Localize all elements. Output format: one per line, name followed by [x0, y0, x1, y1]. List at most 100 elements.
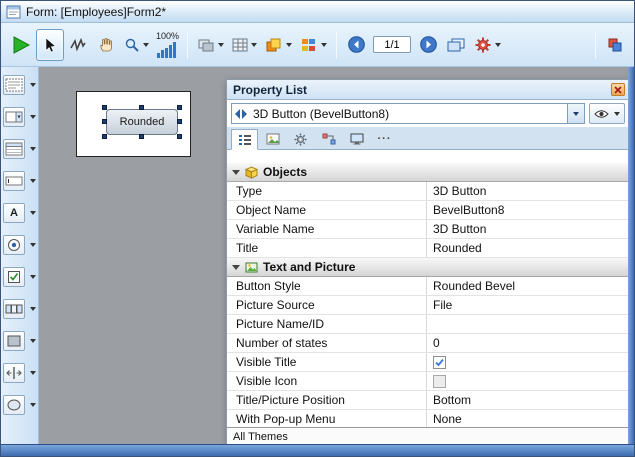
selection-handle[interactable]	[177, 105, 182, 110]
property-value[interactable]: None	[427, 410, 629, 427]
text-area-tool[interactable]	[3, 75, 36, 95]
property-list-header[interactable]: Property List	[227, 80, 629, 100]
chevron-down-icon	[321, 43, 327, 47]
tab-more[interactable]: ···	[371, 129, 398, 149]
chevron-down-icon	[143, 43, 149, 47]
collapse-triangle-icon[interactable]	[232, 170, 240, 175]
checkbox[interactable]	[433, 375, 446, 388]
combo-box-tool[interactable]	[3, 107, 36, 127]
color-scheme-button[interactable]	[261, 29, 296, 61]
property-key: Type	[227, 182, 427, 200]
tab-structure[interactable]	[315, 129, 342, 149]
chevron-down-icon	[30, 243, 36, 247]
page-indicator[interactable]: 1/1	[373, 36, 411, 53]
selection-handle[interactable]	[102, 119, 107, 124]
pointer-tool-button[interactable]	[36, 29, 64, 61]
property-key: Variable Name	[227, 220, 427, 238]
prev-page-button[interactable]	[342, 29, 370, 61]
property-key: Title/Picture Position	[227, 391, 427, 409]
property-value[interactable]: 0	[427, 334, 629, 352]
selection-handle[interactable]	[102, 134, 107, 139]
checkbox-tool[interactable]	[3, 267, 36, 287]
hand-tool-button[interactable]	[92, 29, 120, 61]
tab-display[interactable]	[343, 129, 370, 149]
selection-handle[interactable]	[177, 134, 182, 139]
property-value[interactable]: 3D Button	[427, 182, 629, 200]
property-value[interactable]: Rounded Bevel	[427, 277, 629, 295]
label-tool[interactable]: A	[3, 203, 36, 223]
rounded-bevel-button[interactable]: Rounded	[106, 109, 178, 135]
new-window-button[interactable]	[442, 29, 470, 61]
view-options-button[interactable]	[589, 103, 625, 124]
button-bar-tool[interactable]	[3, 299, 36, 319]
property-value[interactable]: BevelButton8	[427, 201, 629, 219]
tab-settings[interactable]	[287, 129, 314, 149]
field-tool[interactable]	[3, 171, 36, 191]
tool-icon-box	[3, 235, 25, 255]
collapse-triangle-icon[interactable]	[232, 265, 240, 270]
checkbox[interactable]	[433, 356, 446, 369]
toolbar: 100% 1/1	[1, 23, 634, 67]
tab-properties[interactable]	[231, 129, 258, 150]
tool-icon-box: A	[3, 203, 25, 223]
oval-tool[interactable]	[3, 395, 36, 415]
settings-gear-button[interactable]	[470, 29, 505, 61]
property-row: Button StyleRounded Bevel	[227, 277, 629, 296]
titlebar[interactable]: Form: [Employees]Form2*	[1, 1, 634, 23]
rectangle-tool[interactable]	[3, 331, 36, 351]
tab-picture[interactable]	[259, 129, 286, 149]
object-selector[interactable]: 3D Button (BevelButton8)	[231, 103, 585, 124]
splitter-tool[interactable]	[3, 363, 36, 383]
chevron-down-icon	[614, 112, 620, 116]
list-icon	[238, 134, 252, 146]
selection-handle[interactable]	[177, 119, 182, 124]
tool-icon-box	[3, 299, 25, 319]
list-box-tool[interactable]	[3, 139, 36, 159]
color-squares-icon	[265, 37, 283, 53]
zoom-control[interactable]: 100%	[156, 31, 179, 58]
palette-button[interactable]	[296, 29, 331, 61]
toolbar-separator	[595, 31, 596, 59]
property-value[interactable]: Rounded	[427, 239, 629, 257]
play-icon	[10, 34, 32, 56]
property-value[interactable]	[427, 315, 629, 333]
form-editor-window: Form: [Employees]Form2* 100% 1/1 A Rounde…	[0, 0, 635, 457]
section-header[interactable]: Objects	[227, 163, 629, 182]
selector-dropdown-button[interactable]	[567, 104, 584, 123]
form-canvas[interactable]: Rounded Property List	[39, 67, 630, 446]
themes-filter[interactable]: All Themes	[227, 427, 629, 445]
form-area[interactable]: Rounded	[76, 91, 191, 157]
draw-tool-button[interactable]	[64, 29, 92, 61]
insert-object-button[interactable]	[601, 29, 629, 61]
property-row: Number of states0	[227, 334, 629, 353]
label-icon: A	[10, 207, 18, 219]
radio-button-tool[interactable]	[3, 235, 36, 255]
section-header[interactable]: Text and Picture	[227, 258, 629, 277]
property-value[interactable]	[427, 372, 629, 390]
execute-form-button[interactable]	[6, 29, 36, 61]
magnify-tool-button[interactable]	[120, 29, 153, 61]
property-value[interactable]	[427, 353, 629, 371]
property-value[interactable]: 3D Button	[427, 220, 629, 238]
close-button[interactable]	[611, 83, 625, 96]
oval-icon	[6, 398, 22, 412]
chevron-down-icon	[30, 115, 36, 119]
property-row: Object NameBevelButton8	[227, 201, 629, 220]
property-key: Button Style	[227, 277, 427, 295]
selection-handle[interactable]	[102, 105, 107, 110]
property-value[interactable]: Bottom	[427, 391, 629, 409]
selection-handle[interactable]	[139, 105, 144, 110]
property-value[interactable]: File	[427, 296, 629, 314]
next-page-button[interactable]	[414, 29, 442, 61]
markers-button[interactable]	[228, 29, 261, 61]
view-mode-button[interactable]	[193, 29, 228, 61]
property-tabs: ···	[227, 127, 629, 150]
next-circle-icon	[420, 36, 437, 53]
page-number-label: 1/1	[384, 39, 399, 51]
chevron-down-icon	[218, 43, 224, 47]
nodes-icon	[322, 133, 336, 145]
selection-handle[interactable]	[139, 134, 144, 139]
list-box-icon	[5, 142, 23, 156]
property-key: Number of states	[227, 334, 427, 352]
magnifier-icon	[124, 37, 140, 53]
